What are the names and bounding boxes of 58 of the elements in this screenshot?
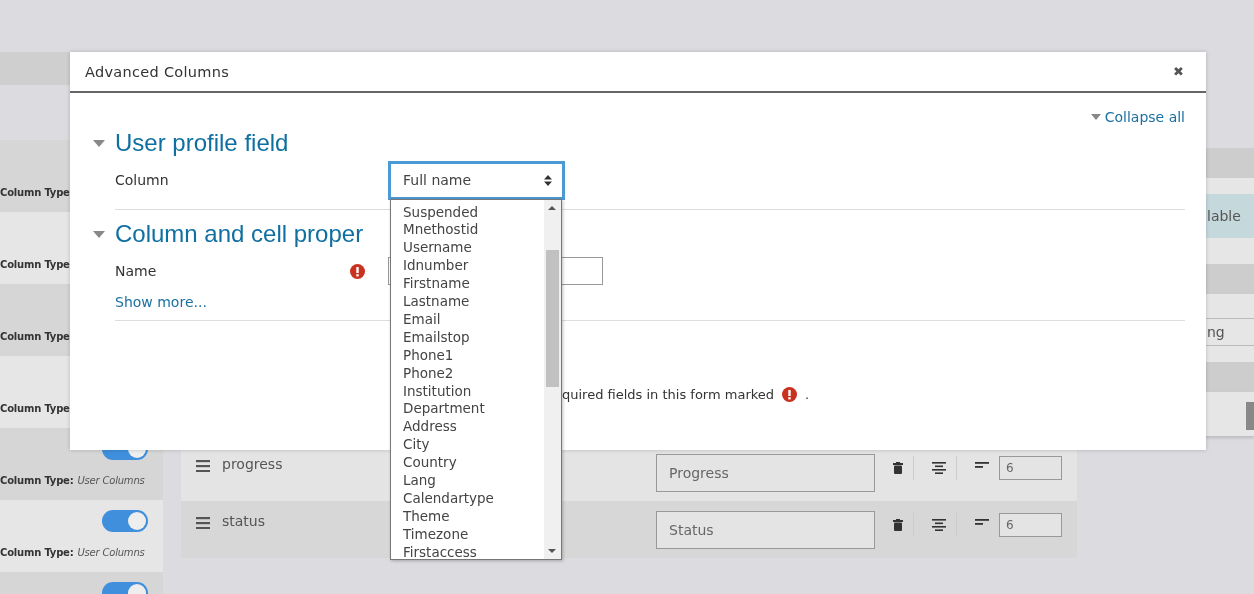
- dropdown-option[interactable]: Timezone: [403, 525, 544, 544]
- note-period: .: [805, 387, 810, 402]
- field-label: Column: [115, 172, 170, 188]
- collapse-all-link[interactable]: Collapse all: [1090, 109, 1185, 125]
- close-button[interactable]: ✖: [1171, 62, 1186, 81]
- dropdown-option[interactable]: Department: [403, 400, 544, 419]
- dropdown-option[interactable]: Email: [403, 310, 544, 329]
- trash-icon[interactable]: [893, 519, 903, 531]
- column-title-field[interactable]: Status: [656, 511, 875, 549]
- column-type-label: Column Type: User Columns: [0, 547, 145, 558]
- sort-arrows-icon: [544, 174, 552, 186]
- dropdown-option[interactable]: Firstaccess: [403, 543, 544, 559]
- column-width-field[interactable]: 6: [999, 513, 1062, 537]
- align-left-icon[interactable]: [975, 519, 989, 525]
- scrollbar[interactable]: [1246, 402, 1254, 430]
- dropdown-option[interactable]: Theme: [403, 507, 544, 526]
- column-width-field[interactable]: 6: [999, 456, 1062, 480]
- show-more-link[interactable]: Show more...: [115, 294, 207, 310]
- dropdown-option[interactable]: Emailstop: [403, 328, 544, 347]
- drag-handle-icon[interactable]: [196, 460, 210, 472]
- column-type-label: Column Type: [0, 331, 70, 342]
- column-title-field[interactable]: Progress: [656, 454, 875, 492]
- dropdown-option[interactable]: Calendartype: [403, 490, 544, 508]
- column-type-label: Column Type: [0, 187, 70, 198]
- align-left-icon[interactable]: [975, 462, 989, 468]
- dropdown-option[interactable]: City: [403, 436, 544, 455]
- dropdown-option[interactable]: Lastname: [403, 293, 544, 311]
- dropdown-option[interactable]: Idnumber: [403, 257, 544, 276]
- toggle-switch[interactable]: [102, 510, 148, 532]
- align-center-icon[interactable]: [932, 519, 946, 531]
- dropdown-option[interactable]: Phone1: [403, 346, 544, 365]
- scrollbar[interactable]: [544, 199, 561, 559]
- dropdown-option[interactable]: Phone2: [403, 364, 544, 383]
- dropdown-option[interactable]: Suspended: [403, 203, 544, 222]
- dropdown-option[interactable]: Firstname: [403, 275, 544, 294]
- dropdown-option[interactable]: Address: [403, 418, 544, 437]
- dropdown-option[interactable]: Country: [403, 454, 544, 473]
- column-name: progress: [222, 456, 283, 472]
- column-name: status: [222, 513, 266, 529]
- align-center-icon[interactable]: [932, 462, 946, 474]
- column-type-label: Column Type: User Columns: [0, 475, 145, 486]
- dropdown-option[interactable]: Mnethostid: [403, 221, 544, 240]
- status-label: lable: [1207, 208, 1241, 224]
- field-label: Name: [115, 263, 158, 279]
- section-heading[interactable]: User profile field: [115, 127, 289, 159]
- caret-icon[interactable]: [93, 139, 105, 147]
- dropdown-option[interactable]: Username: [403, 239, 544, 258]
- column-type-label: Column Type: [0, 403, 70, 414]
- dropdown-option[interactable]: Lang: [403, 472, 544, 490]
- required-fields-note: quired fields in this form marked: [562, 387, 775, 402]
- required-icon: [782, 387, 798, 402]
- section-heading[interactable]: Column and cell proper: [115, 218, 364, 250]
- dropdown-option[interactable]: Institution: [403, 382, 544, 401]
- drag-handle-icon[interactable]: [196, 517, 210, 529]
- caret-icon[interactable]: [93, 230, 105, 238]
- dialog-title: Advanced Columns: [85, 63, 230, 80]
- column-type-label: Column Type: [0, 259, 70, 270]
- trash-icon[interactable]: [893, 462, 903, 474]
